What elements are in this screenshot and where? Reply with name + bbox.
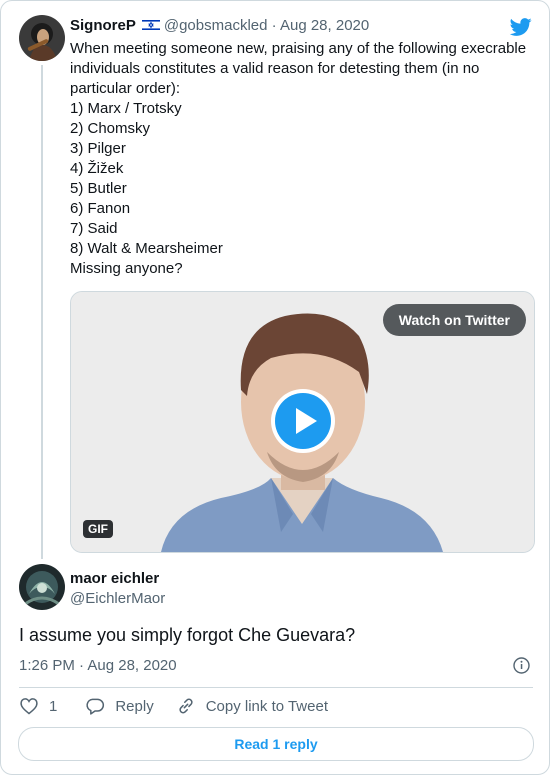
tweet-line: 6) Fanon: [70, 200, 131, 217]
tweet-embed-card: SignoreP @gobsmackled · Aug 28, 2020 Whe…: [0, 0, 550, 775]
copy-link-label: Copy link to Tweet: [205, 697, 328, 715]
twitter-bird-icon[interactable]: [509, 16, 533, 38]
gif-badge: GIF: [83, 520, 113, 538]
quoted-tweet-text: When meeting someone new, praising any o…: [70, 39, 530, 279]
thread-connector-line: [41, 65, 43, 559]
like-count: 1: [49, 697, 58, 715]
tweet-line: When meeting someone new, praising any o…: [70, 40, 527, 57]
read-replies-button[interactable]: Read 1 reply: [18, 727, 534, 761]
quoted-tweet-header: SignoreP @gobsmackled · Aug 28, 2020: [70, 17, 369, 34]
tweet-line: 5) Butler: [70, 180, 127, 197]
play-icon: [275, 393, 331, 449]
signorep-avatar[interactable]: [19, 15, 65, 61]
reply-icon: [86, 698, 105, 715]
divider: [19, 687, 533, 688]
quoted-author-name[interactable]: SignoreP: [70, 17, 136, 34]
tweet-line: 8) Walt & Mearsheimer: [70, 240, 223, 257]
tweet-line: 4) Žižek: [70, 160, 124, 177]
action-bar: 1 Reply Copy link to Tweet: [19, 696, 328, 716]
link-icon: [179, 698, 193, 714]
tweet-line: particular order):: [70, 80, 181, 97]
quoted-tweet-date[interactable]: Aug 28, 2020: [280, 17, 369, 34]
copy-link-button[interactable]: Copy link to Tweet: [176, 696, 328, 716]
play-button[interactable]: [271, 389, 335, 453]
like-button[interactable]: 1: [19, 696, 57, 716]
tweet-line: 7) Said: [70, 220, 118, 237]
quoted-author-handle[interactable]: @gobsmackled: [164, 17, 268, 34]
gif-media[interactable]: Watch on Twitter GIF: [70, 291, 535, 553]
heart-icon: [20, 698, 38, 715]
tweet-line: Missing anyone?: [70, 260, 183, 277]
tweet-line: 2) Chomsky: [70, 120, 151, 137]
reply-button[interactable]: Reply: [85, 696, 154, 716]
header-separator: ·: [271, 17, 277, 34]
watch-on-twitter-button[interactable]: Watch on Twitter: [382, 304, 526, 336]
tweet-line: 3) Pilger: [70, 140, 126, 157]
author-handle[interactable]: @EichlerMaor: [70, 590, 165, 607]
tweet-line: 1) Marx / Trotsky: [70, 100, 182, 117]
tweet-timestamp[interactable]: 1:26 PM · Aug 28, 2020: [19, 657, 177, 674]
author-name[interactable]: maor eichler: [70, 570, 159, 587]
info-icon[interactable]: [513, 657, 530, 674]
israel-flag-icon: [141, 19, 160, 31]
reply-label: Reply: [115, 697, 154, 715]
maor-eichler-avatar[interactable]: [19, 564, 65, 610]
tweet-text: I assume you simply forgot Che Guevara?: [19, 625, 356, 645]
tweet-line: individuals constitutes a valid reason f…: [70, 60, 480, 77]
